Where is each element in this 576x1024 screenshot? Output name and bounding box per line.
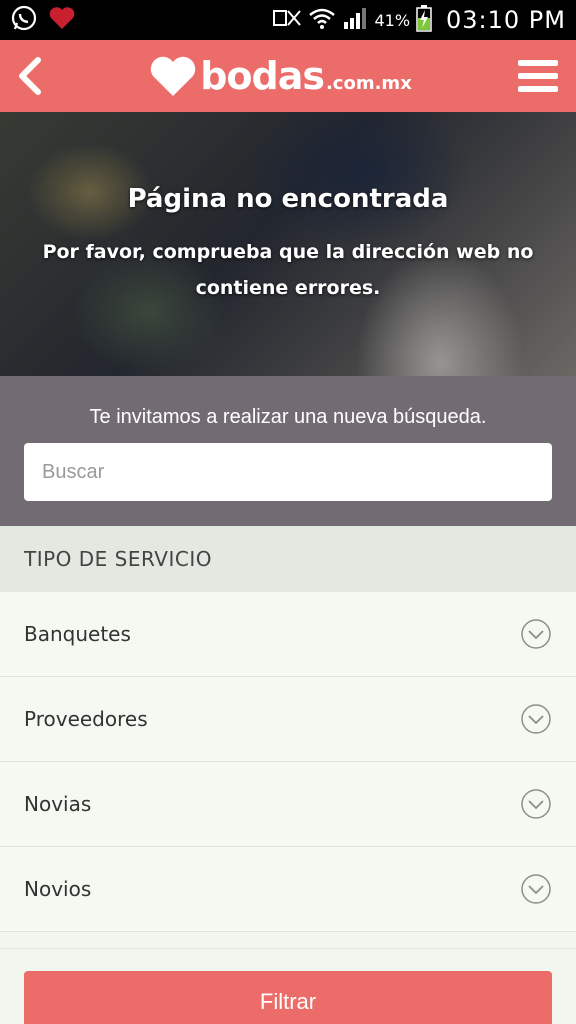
chevron-down-icon[interactable] [520, 703, 552, 735]
filter-item-novias[interactable]: Novias [0, 762, 576, 847]
chevron-down-icon[interactable] [520, 788, 552, 820]
filter-item-label: Proveedores [24, 707, 148, 731]
error-message: Por favor, comprueba que la dirección we… [42, 241, 534, 299]
filter-item-label: Novias [24, 792, 92, 816]
whatsapp-icon [10, 4, 38, 36]
back-arrow-icon [19, 57, 41, 95]
service-type-list: Banquetes Proveedores Novias Novios [0, 592, 576, 932]
logo-wordmark: bodas [200, 54, 325, 98]
status-bar: 41% 03:10 PM [0, 0, 576, 40]
page-title: Página no encontrada [127, 184, 449, 214]
chevron-down-icon[interactable] [520, 618, 552, 650]
site-logo[interactable]: bodas .com.mx [60, 54, 500, 98]
search-input[interactable] [24, 443, 552, 501]
search-invite-text: Te invitamos a realizar una nueva búsque… [89, 406, 487, 428]
filter-button[interactable]: Filtrar [24, 971, 552, 1024]
section-title: TIPO DE SERVICIO [24, 547, 212, 571]
clock: 03:10 PM [446, 6, 566, 34]
battery-icon [416, 4, 432, 36]
search-section: Te invitamos a realizar una nueva búsque… [0, 376, 576, 526]
service-type-header: TIPO DE SERVICIO [0, 526, 576, 592]
battery-percent: 41% [374, 10, 411, 30]
logo-domain: .com.mx [325, 72, 412, 94]
app-header: bodas .com.mx [0, 40, 576, 112]
hamburger-menu-icon [518, 60, 558, 92]
heart-logo-icon [150, 56, 196, 96]
menu-button[interactable] [500, 40, 576, 112]
back-button[interactable] [0, 40, 60, 112]
filter-item-proveedores[interactable]: Proveedores [0, 677, 576, 762]
no-sim-icon [272, 7, 302, 33]
wifi-icon [308, 6, 336, 34]
filter-item-label: Novios [24, 877, 92, 901]
filter-item-label: Banquetes [24, 622, 131, 646]
signal-icon [342, 6, 368, 34]
hero-banner: Página no encontrada Por favor, comprueb… [0, 112, 576, 376]
filter-footer: Filtrar [0, 948, 576, 1024]
chevron-down-icon[interactable] [520, 873, 552, 905]
filter-item-novios[interactable]: Novios [0, 847, 576, 932]
filter-item-banquetes[interactable]: Banquetes [0, 592, 576, 677]
heart-icon [48, 5, 76, 35]
